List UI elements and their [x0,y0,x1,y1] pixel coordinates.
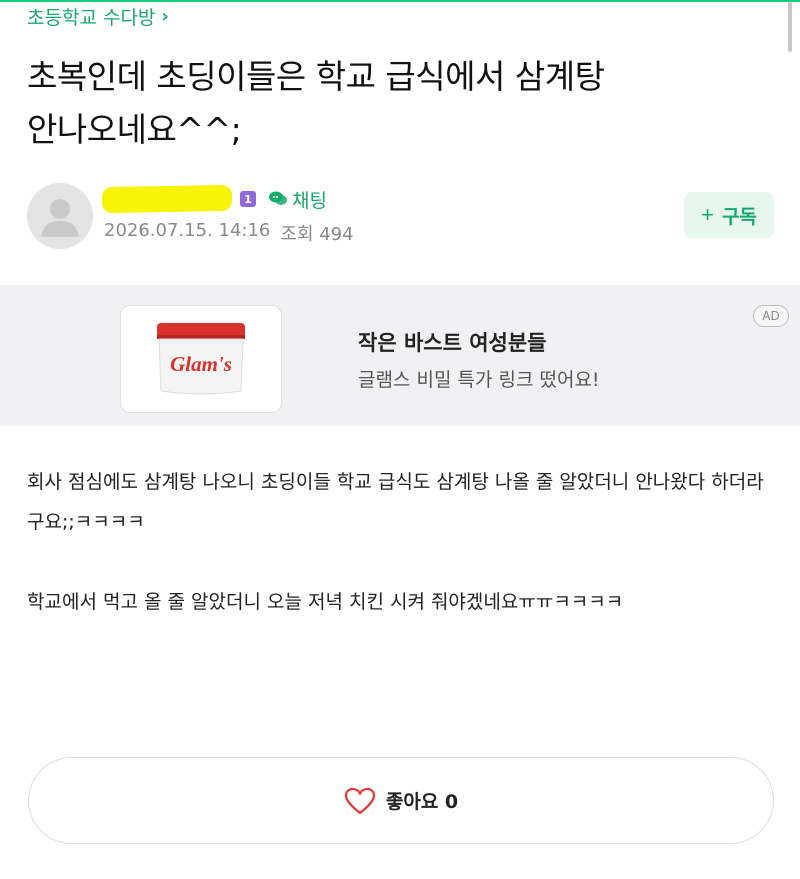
ad-description: 글램스 비밀 특가 링크 떴어요! [358,369,600,391]
chat-bubble-icon [269,191,287,205]
level-badge: 1 [240,191,256,207]
ad-product-image: Glam's [120,305,282,413]
board-name: 초등학교 수다방 [27,7,156,29]
post-title: 초복인데 초딩이들은 학교 급식에서 삼계탕 안나오네요^^; [27,50,747,156]
heart-icon [344,787,375,814]
like-label: 좋아요 0 [385,791,459,813]
board-link[interactable]: 초등학교 수다방 › [27,3,169,30]
scrollbar[interactable] [788,2,792,52]
chevron-right-icon: › [161,6,169,27]
post-body-paragraph: 회사 점심에도 삼계탕 나오니 초딩이들 학교 급식도 삼계탕 나올 줄 알았더… [27,471,764,533]
post-title-line-2: 안나오네요^^; [27,110,242,149]
chat-label: 채팅 [292,189,327,212]
post-meta: 2026.07.15. 14:16 조회 494 [104,220,354,246]
like-button[interactable]: 좋아요 0 [28,757,774,844]
subscribe-button[interactable]: + 구독 [684,192,774,238]
view-count: 조회 494 [280,224,354,245]
chat-button[interactable]: 채팅 [268,186,327,213]
author-name-redacted[interactable] [102,184,232,214]
ad-banner[interactable]: Glam's 작은 바스트 여성분들 글램스 비밀 특가 링크 떴어요! AD [0,285,800,426]
ad-title: 작은 바스트 여성분들 [358,331,547,355]
cream-jar-image: Glam's [157,323,245,395]
default-user-icon [41,199,79,237]
ad-badge: AD [753,305,789,327]
post-title-line-1: 초복인데 초딩이들은 학교 급식에서 삼계탕 [27,57,605,96]
post-body-paragraph: 학교에서 먹고 올 줄 알았더니 오늘 저녁 치킨 시켜 줘야겠네요ㅠㅠㅋㅋㅋㅋ [27,591,624,613]
plus-icon: + [701,202,714,227]
top-accent-line [0,0,800,2]
avatar[interactable] [27,183,93,249]
post-date: 2026.07.15. 14:16 [104,220,271,241]
author-row: 1 채팅 [102,184,327,214]
ad-brand-text: Glam's [170,352,232,376]
subscribe-label: 구독 [721,206,757,228]
post-body: 회사 점심에도 삼계탕 나오니 초딩이들 학교 급식도 삼계탕 나올 줄 알았더… [27,462,777,662]
